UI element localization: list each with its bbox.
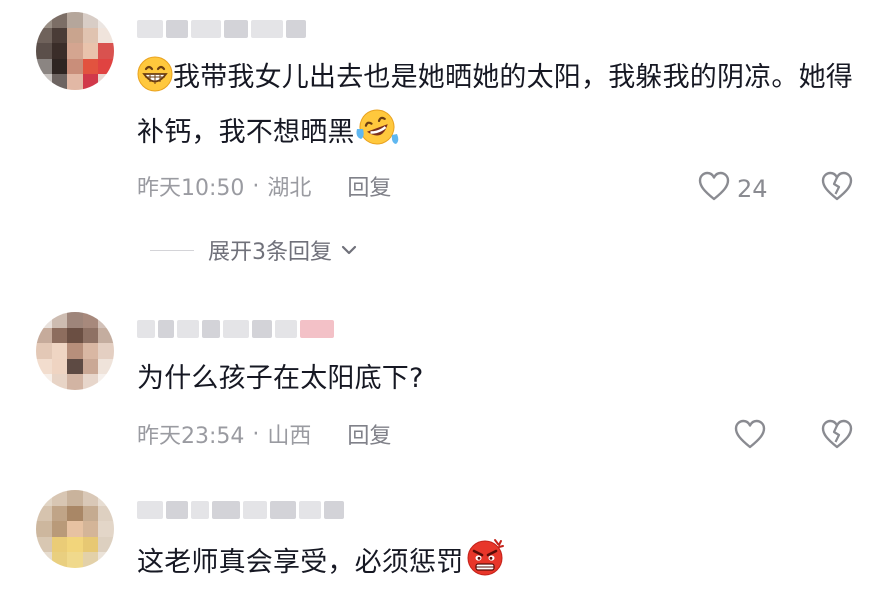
comment-location: 湖北 — [267, 176, 312, 201]
comment-location: 山西 — [267, 424, 312, 449]
laugh-tears-emoji — [355, 107, 399, 162]
like-button[interactable]: 24 — [697, 170, 768, 208]
divider — [150, 249, 194, 251]
broken-heart-icon — [820, 419, 854, 454]
heart-icon — [697, 170, 731, 208]
reply-button[interactable]: 回复 — [347, 170, 391, 202]
username-blurred[interactable] — [137, 316, 334, 342]
separator: · — [252, 173, 260, 199]
expand-replies-label: 展开3条回复 — [208, 240, 332, 265]
username-blurred[interactable] — [137, 497, 344, 523]
comment-time: 昨天23:54 — [137, 424, 245, 449]
dislike-button[interactable] — [820, 170, 854, 206]
expand-replies-button[interactable]: 展开3条回复 — [150, 234, 358, 266]
broken-heart-icon — [820, 171, 854, 206]
dislike-button[interactable] — [820, 418, 854, 454]
comment-meta: 昨天23:54 · 山西 回复 — [137, 418, 391, 450]
angry-face-emoji — [463, 537, 507, 592]
comment-time: 昨天10:50 — [137, 176, 245, 201]
like-button[interactable] — [733, 418, 767, 456]
reply-button[interactable]: 回复 — [347, 418, 391, 450]
avatar[interactable] — [36, 490, 114, 568]
comment-meta: 昨天10:50 · 湖北 回复 — [137, 170, 391, 202]
comment-text: 这老师真会享受，必须惩罚 — [137, 537, 867, 592]
avatar[interactable] — [36, 12, 114, 90]
like-count: 24 — [737, 175, 768, 203]
chevron-down-icon — [340, 238, 358, 263]
separator: · — [252, 421, 260, 447]
heart-icon — [733, 418, 767, 456]
dislike-button[interactable] — [822, 596, 852, 602]
comment-text: 我带我女儿出去也是她晒她的太阳，我躲我的阴凉。她得补钙，我不想晒黑 — [137, 54, 867, 162]
grin-emoji — [137, 56, 173, 107]
avatar[interactable] — [36, 312, 114, 390]
comment-text: 为什么孩子在太阳底下? — [137, 363, 424, 394]
username-blurred[interactable] — [137, 16, 306, 42]
like-button[interactable] — [700, 596, 730, 602]
